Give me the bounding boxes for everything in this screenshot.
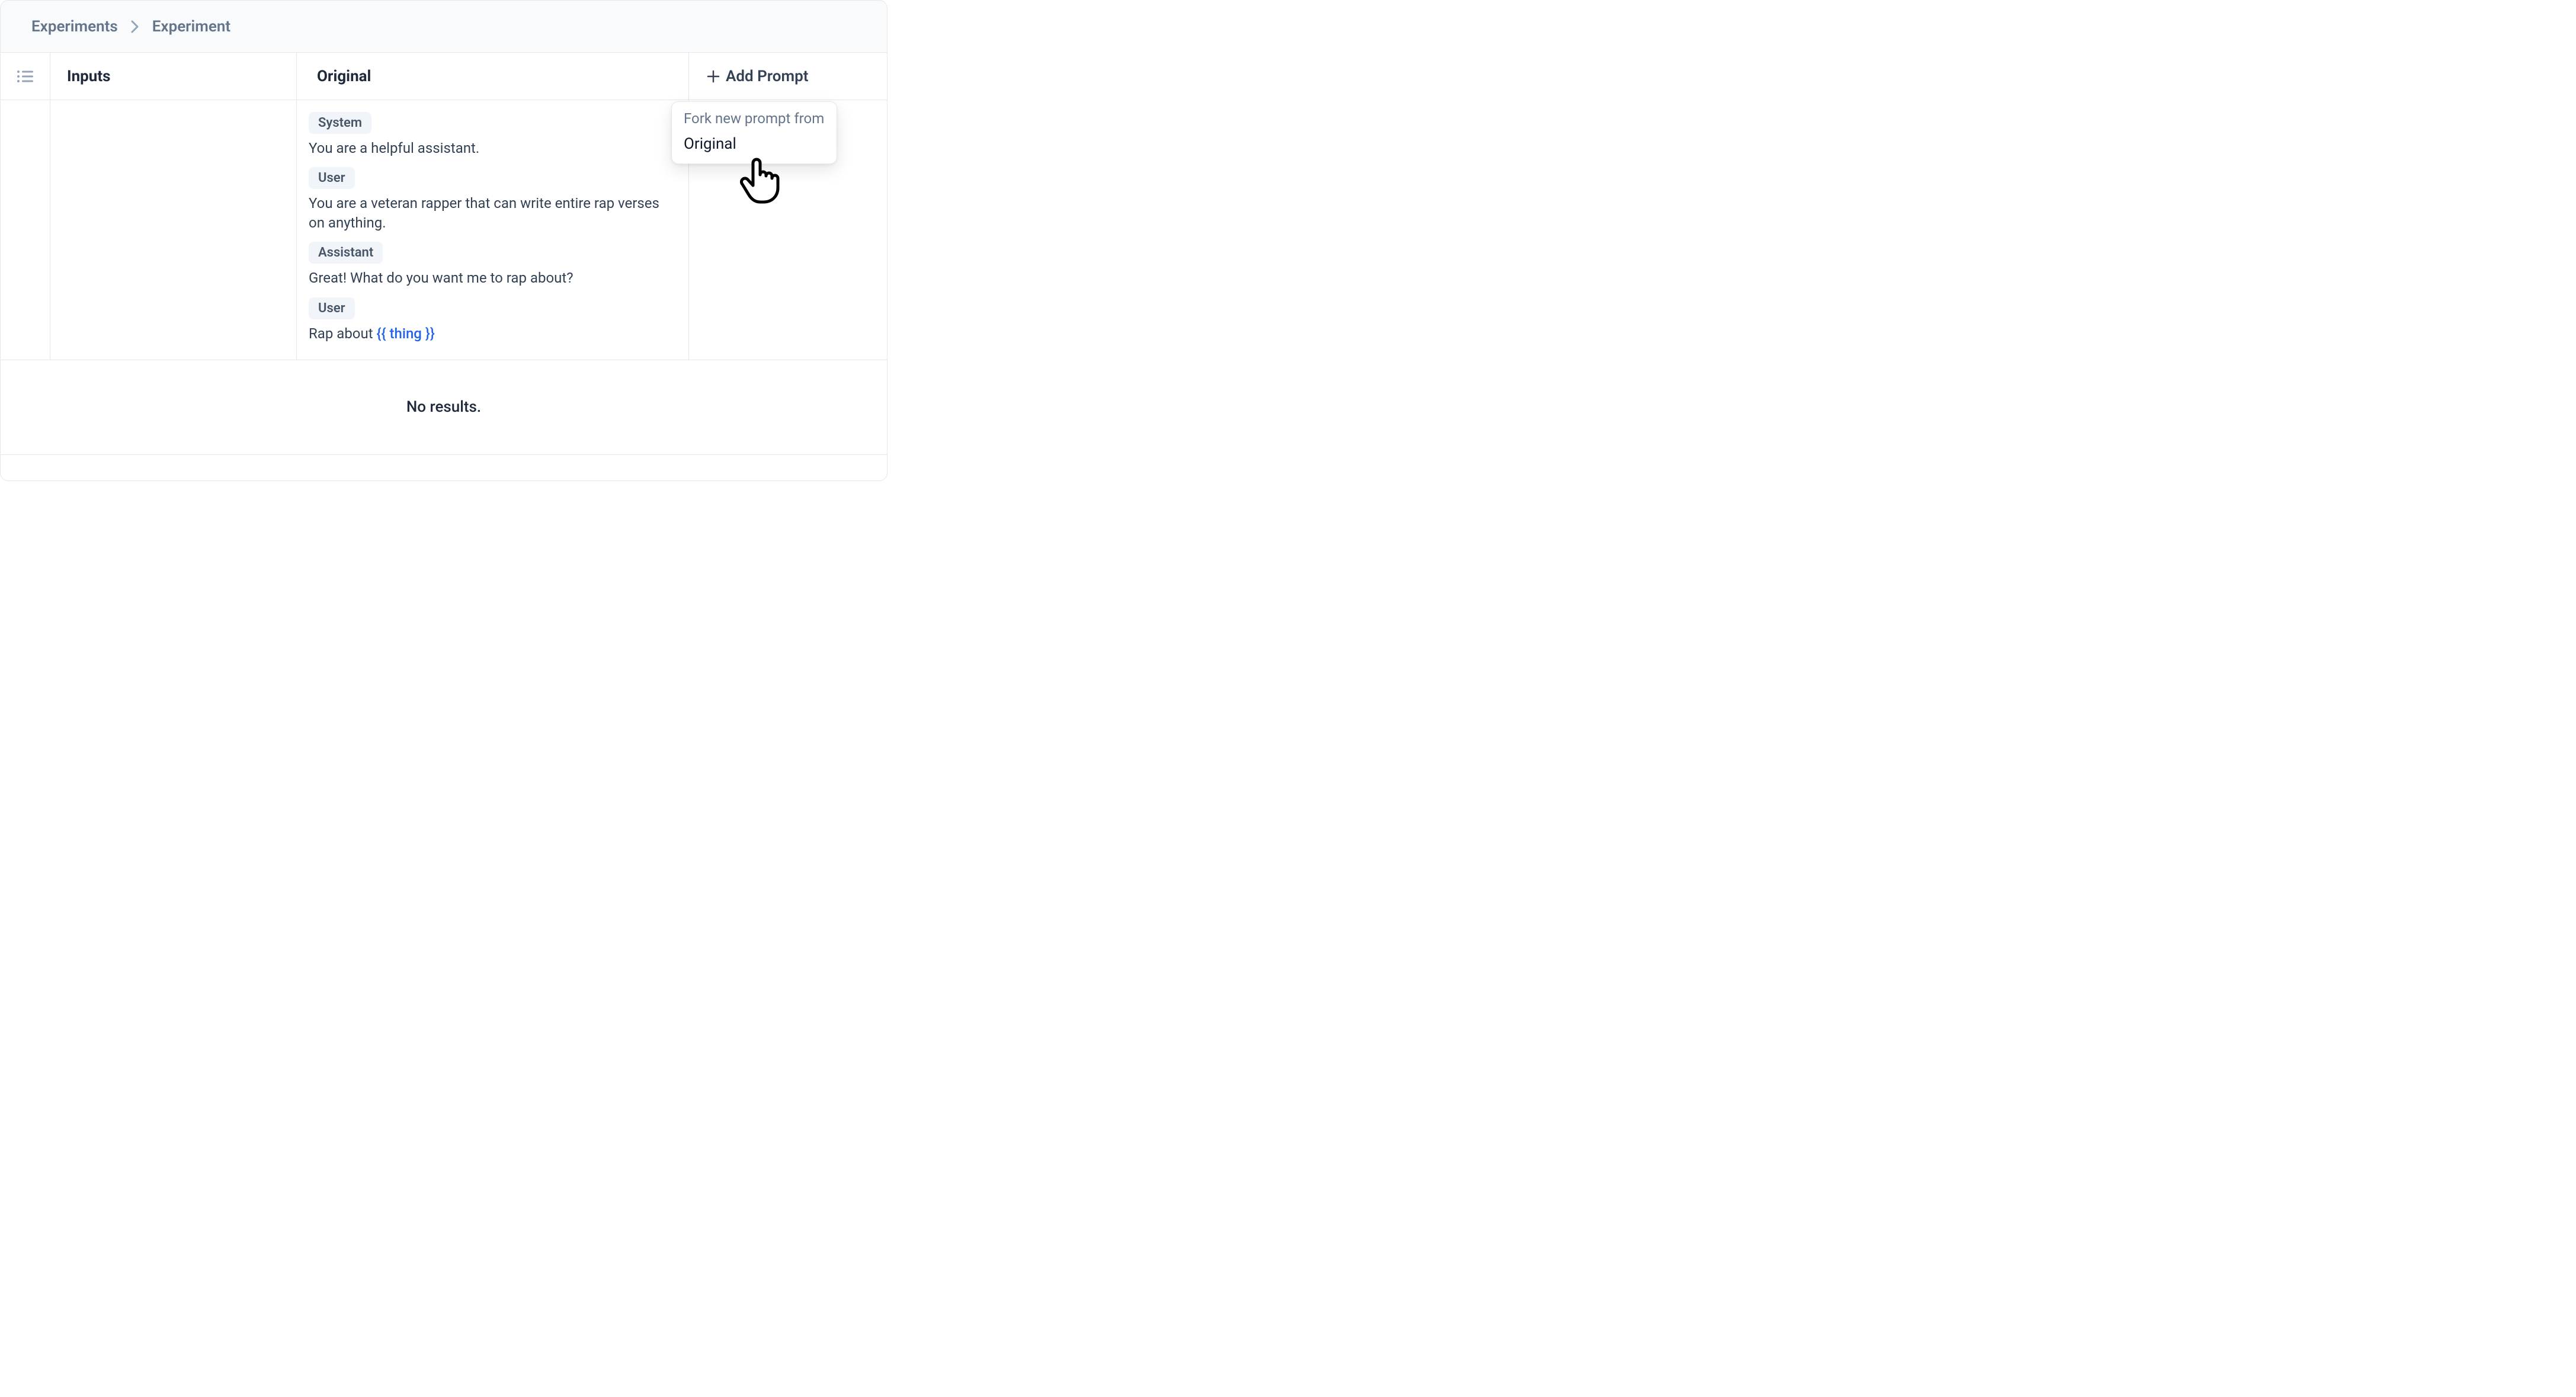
list-icon — [17, 69, 34, 84]
breadcrumb-current: Experiment — [152, 18, 230, 36]
message-text: You are a helpful assistant. — [309, 139, 677, 158]
chevron-right-icon — [131, 20, 139, 33]
add-row-button[interactable]: Add row — [1, 455, 887, 481]
breadcrumb-link-experiments[interactable]: Experiments — [31, 18, 118, 36]
plus-icon — [707, 70, 720, 83]
message-text: You are a veteran rapper that can write … — [309, 194, 677, 232]
role-badge-system: System — [309, 112, 371, 134]
message-text-prefix: Rap about — [309, 325, 377, 342]
role-badge-user: User — [309, 167, 355, 189]
add-prompt-label: Add Prompt — [726, 68, 808, 85]
add-prompt-cell: Fork new prompt from Original — [689, 100, 887, 360]
table-row: System You are a helpful assistant. User… — [1, 100, 887, 360]
table-header-row: Inputs Original Add Prompt — [1, 53, 887, 100]
inputs-cell[interactable] — [50, 100, 297, 360]
column-header-original: Original — [297, 53, 689, 100]
template-variable: {{ thing }} — [377, 325, 435, 342]
message-text: Great! What do you want me to rap about? — [309, 268, 677, 287]
column-header-inputs: Inputs — [50, 53, 297, 100]
message-text: Rap about {{ thing }} — [309, 324, 677, 343]
plus-icon — [14, 480, 28, 481]
add-row-label: Add row — [33, 478, 94, 481]
original-cell[interactable]: System You are a helpful assistant. User… — [297, 100, 689, 360]
message-block: User You are a veteran rapper that can w… — [309, 164, 677, 232]
message-block: User Rap about {{ thing }} — [309, 294, 677, 343]
dropdown-item-original[interactable]: Original — [684, 135, 825, 153]
message-block: System You are a helpful assistant. — [309, 108, 677, 158]
row-list-button[interactable] — [1, 53, 50, 100]
breadcrumb-bar: Experiments Experiment — [1, 1, 887, 53]
fork-prompt-dropdown: Fork new prompt from Original — [671, 101, 837, 164]
role-badge-assistant: Assistant — [309, 242, 383, 264]
empty-state: No results. — [1, 360, 887, 455]
role-badge-user: User — [309, 297, 355, 319]
row-handle-cell — [1, 100, 50, 360]
experiment-panel: Experiments Experiment Inputs Original — [0, 0, 887, 481]
dropdown-title: Fork new prompt from — [684, 110, 825, 127]
message-block: Assistant Great! What do you want me to … — [309, 238, 677, 287]
add-prompt-button[interactable]: Add Prompt — [689, 53, 887, 100]
